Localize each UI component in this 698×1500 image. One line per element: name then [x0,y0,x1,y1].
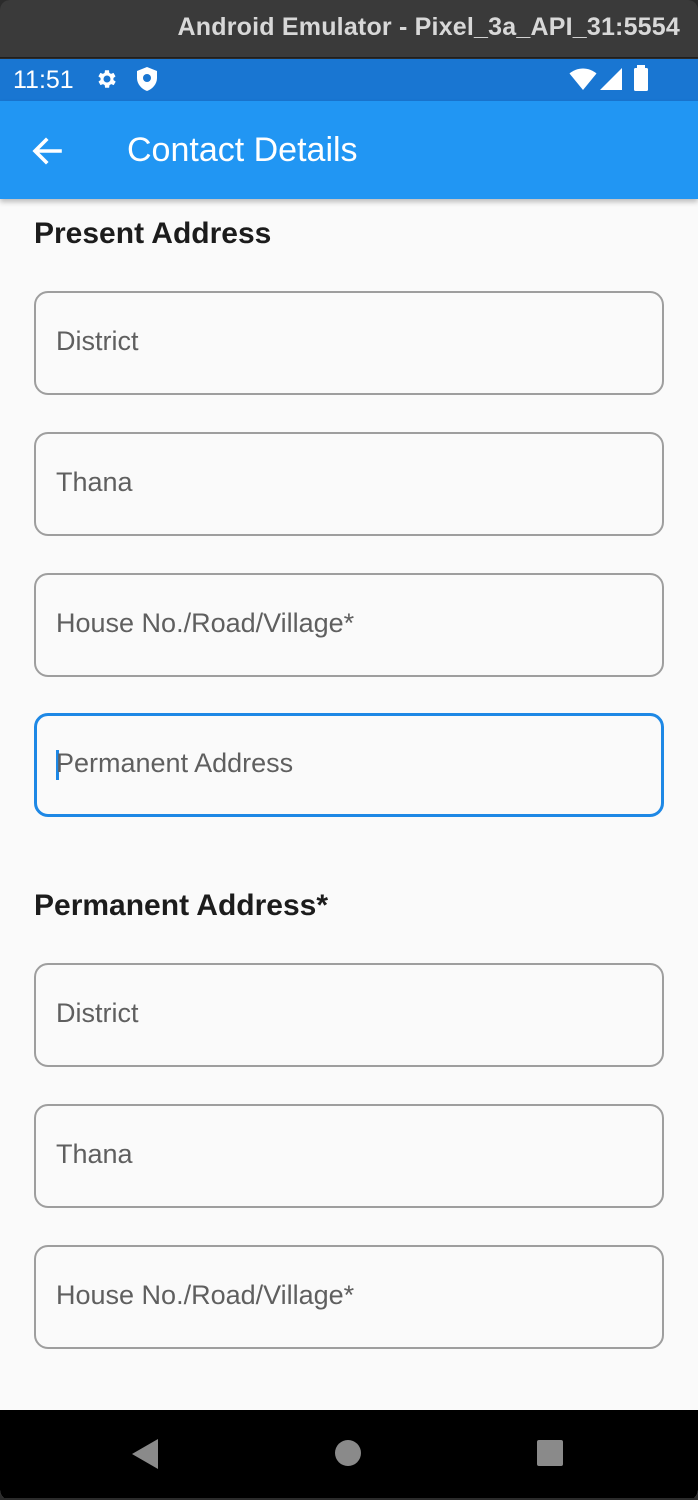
present-permanent-address-field[interactable]: Permanent Address [34,713,664,817]
wifi-icon [569,68,597,90]
page-title: Contact Details [127,131,358,169]
arrow-left-icon[interactable] [30,134,64,168]
system-navigation-bar [0,1410,698,1498]
status-time: 11:51 [13,66,74,94]
present-thana-placeholder: Thana [56,467,133,497]
permanent-thana-placeholder: Thana [56,1139,133,1169]
emulator-window: Android Emulator - Pixel_3a_API_31:5554 … [0,0,698,1500]
permanent-house-road-village-placeholder: House No./Road/Village* [56,1280,355,1310]
gear-icon [98,70,116,88]
permanent-house-road-village-field[interactable]: House No./Road/Village* [34,1245,664,1349]
status-bar: 11:51 [0,59,698,101]
present-district-field[interactable]: District [34,291,664,395]
present-district-placeholder: District [56,326,139,356]
permanent-district-field[interactable]: District [34,963,664,1067]
permanent-thana-field[interactable]: Thana [34,1104,664,1208]
nav-recents-icon[interactable] [536,1439,564,1467]
permanent-address-heading: Permanent Address* [34,889,328,922]
present-house-road-village-field[interactable]: House No./Road/Village* [34,573,664,677]
nav-back-icon[interactable] [130,1437,160,1471]
nav-home-icon[interactable] [334,1439,362,1467]
contact-form: Present Address District Thana House No.… [0,199,698,1409]
present-permanent-address-placeholder: Permanent Address [56,748,294,778]
app-bar: Contact Details [0,101,698,199]
shield-icon [137,67,157,91]
present-house-road-village-placeholder: House No./Road/Village* [56,608,355,638]
present-address-heading: Present Address [34,217,272,250]
emulator-title-bar[interactable]: Android Emulator - Pixel_3a_API_31:5554 [0,0,698,58]
emulator-window-title: Android Emulator - Pixel_3a_API_31:5554 [177,13,680,41]
battery-icon [634,65,648,91]
device-screen: 11:51 Contact Details Present Address Di… [0,59,698,1498]
permanent-district-placeholder: District [56,998,139,1028]
signal-icon [600,68,622,90]
present-thana-field[interactable]: Thana [34,432,664,536]
